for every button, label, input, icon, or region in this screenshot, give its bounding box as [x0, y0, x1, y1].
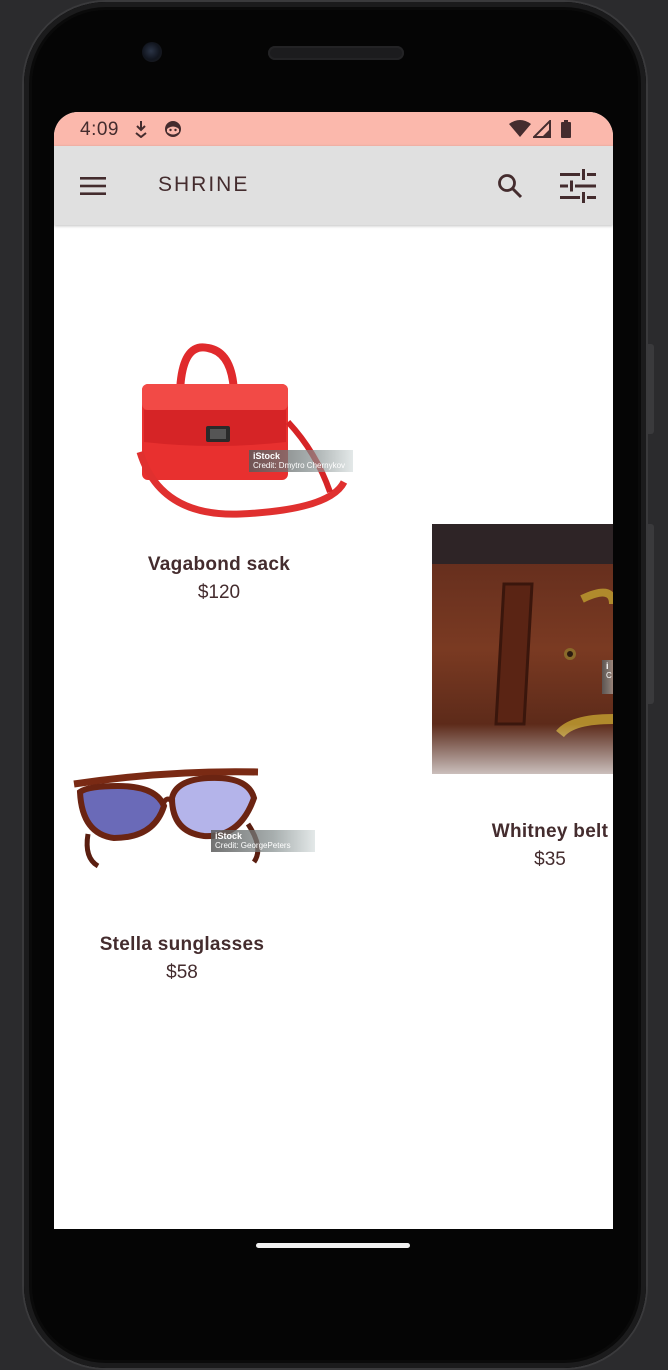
- earpiece-speaker: [268, 46, 404, 60]
- product-card-stella-sunglasses[interactable]: Stella sunglasses $58: [92, 934, 272, 984]
- image-credit-watermark: iStock Credit: GeorgePeters: [211, 830, 315, 852]
- product-price: $58: [166, 962, 198, 983]
- search-icon: [498, 174, 523, 199]
- app-title: SHRINE: [158, 173, 250, 196]
- product-name: Vagabond sack: [147, 554, 291, 575]
- status-time: 4:09: [80, 119, 119, 140]
- search-button[interactable]: [488, 164, 532, 208]
- top-app-bar: SHRINE: [54, 146, 613, 225]
- volume-button: [648, 524, 654, 704]
- tune-icon: [560, 169, 596, 203]
- wifi-icon: [509, 120, 531, 143]
- status-bar: 4:09: [54, 112, 613, 146]
- product-image-vagabond-sack[interactable]: [130, 342, 356, 522]
- image-credit-watermark: iStock Credit: Dmytro Chernykov: [249, 450, 353, 472]
- product-card-vagabond-sack[interactable]: Vagabond sack $120: [134, 554, 304, 604]
- home-gesture-bar[interactable]: [256, 1243, 410, 1248]
- filter-button[interactable]: [556, 164, 600, 208]
- menu-icon: [80, 177, 106, 195]
- download-icon: [134, 120, 148, 143]
- battery-icon: [560, 120, 572, 143]
- product-price: $35: [534, 849, 566, 870]
- product-card-whitney-belt[interactable]: Whitney belt $35: [490, 821, 610, 871]
- front-camera: [142, 42, 162, 62]
- app-screen: 4:09 SHRINE iStock Credit: Dmytro Cherny…: [54, 112, 613, 1229]
- product-image-whitney-belt[interactable]: [432, 524, 613, 794]
- product-name: Whitney belt: [491, 821, 609, 842]
- cellular-signal-icon: [531, 118, 551, 143]
- face-icon: [164, 120, 182, 143]
- product-name: Stella sunglasses: [99, 934, 265, 955]
- menu-button[interactable]: [72, 164, 116, 208]
- product-price: $120: [197, 582, 241, 603]
- product-image-stella-sunglasses[interactable]: [68, 762, 278, 872]
- image-credit-watermark: i C: [602, 660, 613, 694]
- power-button: [648, 344, 654, 434]
